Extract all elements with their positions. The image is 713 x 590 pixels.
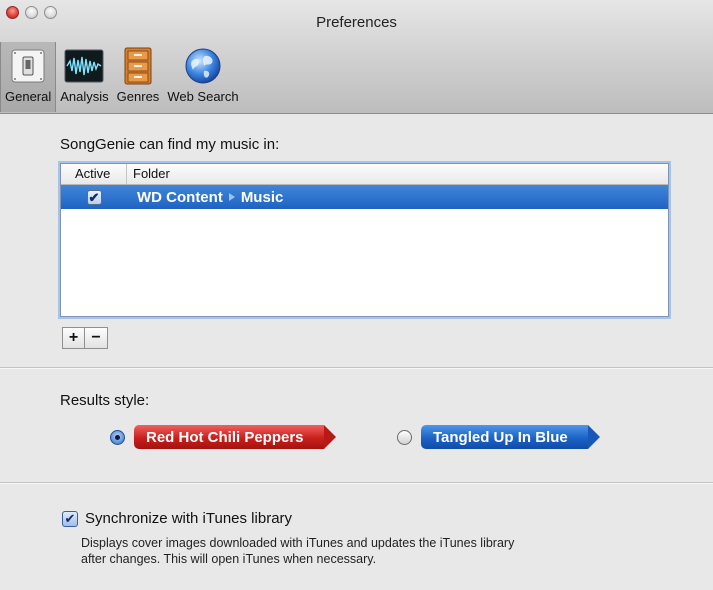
radio-red-style[interactable] <box>110 429 125 445</box>
title-toolbar: Preferences General Analysis Genres Web … <box>0 0 713 114</box>
tab-web-search[interactable]: Web Search <box>163 42 242 112</box>
sync-description-line1: Displays cover images downloaded with iT… <box>81 536 515 550</box>
results-option-red[interactable]: Red Hot Chili Peppers <box>110 425 336 449</box>
path-separator-icon <box>228 193 235 201</box>
sync-description: Displays cover images downloaded with iT… <box>81 535 681 567</box>
sync-description-line2: after changes. This will open iTunes whe… <box>81 552 377 566</box>
drawer-cabinet-icon <box>118 46 158 86</box>
section-divider <box>0 482 713 484</box>
add-folder-button[interactable]: + <box>62 327 85 349</box>
path-component-volume: WD Content <box>137 188 223 206</box>
sync-itunes-checkbox[interactable]: ✔ <box>62 510 78 527</box>
preferences-toolbar: General Analysis Genres Web Search <box>0 42 243 112</box>
waveform-icon <box>64 46 104 86</box>
sync-itunes-label[interactable]: Synchronize with iTunes library <box>85 510 292 527</box>
active-cell: ✔ <box>61 189 127 205</box>
results-option-blue[interactable]: Tangled Up In Blue <box>397 425 600 449</box>
column-header-folder[interactable]: Folder <box>127 164 170 184</box>
column-header-active[interactable]: Active <box>61 164 127 184</box>
tab-web-search-label: Web Search <box>167 89 239 104</box>
tab-general[interactable]: General <box>0 42 57 112</box>
folder-active-checkbox[interactable]: ✔ <box>86 189 102 205</box>
path-component-folder: Music <box>240 188 284 206</box>
tab-genres[interactable]: Genres <box>113 42 164 112</box>
tab-analysis[interactable]: Analysis <box>56 42 112 112</box>
folder-path: WD Content Music <box>127 189 283 206</box>
radio-blue-style[interactable] <box>397 429 412 445</box>
table-row[interactable]: ✔ WD Content Music <box>61 185 668 209</box>
tab-general-label: General <box>5 89 52 104</box>
blue-style-sample: Tangled Up In Blue <box>421 425 600 449</box>
folders-table[interactable]: Active Folder ✔ WD Content Music <box>60 163 669 317</box>
table-header: Active Folder <box>61 164 668 185</box>
preferences-window: Preferences General Analysis Genres Web … <box>0 0 713 590</box>
section-divider <box>0 367 713 369</box>
red-style-sample: Red Hot Chili Peppers <box>134 425 336 449</box>
tab-genres-label: Genres <box>116 89 160 104</box>
general-switch-icon <box>8 46 48 86</box>
tab-analysis-label: Analysis <box>60 89 109 104</box>
folders-heading: SongGenie can find my music in: <box>60 136 280 153</box>
globe-icon <box>183 46 223 86</box>
sync-itunes-row[interactable]: ✔ Synchronize with iTunes library <box>62 510 292 527</box>
remove-folder-button[interactable]: − <box>85 327 108 349</box>
window-title: Preferences <box>316 14 397 31</box>
results-style-heading: Results style: <box>60 392 150 409</box>
add-remove-control: + − <box>62 327 108 349</box>
